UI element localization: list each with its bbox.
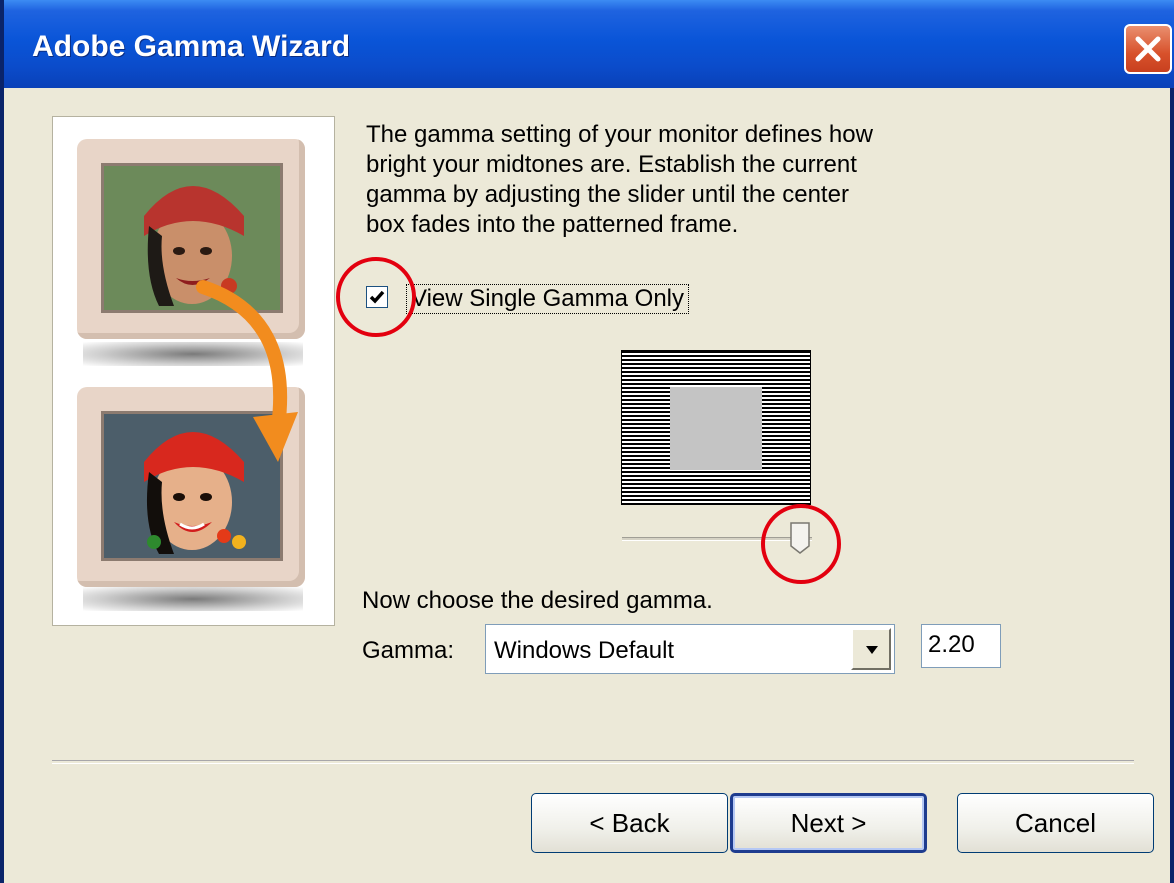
monitor-shadow — [83, 587, 303, 611]
back-button-label: < Back — [589, 808, 670, 838]
illustration-panel — [52, 116, 335, 626]
button-divider — [52, 760, 1134, 764]
orange-arrow-icon — [196, 280, 298, 462]
gamma-label: Gamma: — [362, 637, 455, 664]
title-bar[interactable]: Adobe Gamma Wizard — [4, 0, 1174, 88]
cancel-button[interactable]: Cancel — [957, 793, 1154, 853]
back-button[interactable]: < Back — [531, 793, 728, 853]
highlight-circle-slider — [761, 504, 841, 584]
dialog-window: Adobe Gamma Wizard The gamma setting of … — [0, 0, 1174, 883]
close-button[interactable] — [1124, 24, 1172, 74]
next-button[interactable]: Next > — [730, 793, 927, 853]
choose-gamma-text: Now choose the desired gamma. — [362, 587, 713, 614]
close-icon — [1135, 36, 1161, 62]
next-button-label: Next > — [790, 808, 867, 838]
view-single-gamma-label[interactable]: View Single Gamma Only — [406, 284, 689, 314]
gamma-pattern-frame — [621, 350, 811, 505]
gamma-select[interactable]: Windows Default — [485, 624, 895, 674]
gamma-center-box — [670, 387, 762, 470]
description-text: The gamma setting of your monitor define… — [366, 121, 873, 238]
gamma-select-dropdown-button[interactable] — [851, 628, 891, 670]
cancel-button-label: Cancel — [1015, 808, 1096, 838]
window-title: Adobe Gamma Wizard — [32, 30, 351, 63]
gamma-value-input[interactable]: 2.20 — [921, 624, 1001, 668]
chevron-down-icon — [866, 646, 878, 654]
highlight-circle-checkbox — [336, 257, 416, 337]
gamma-select-value: Windows Default — [494, 637, 675, 664]
